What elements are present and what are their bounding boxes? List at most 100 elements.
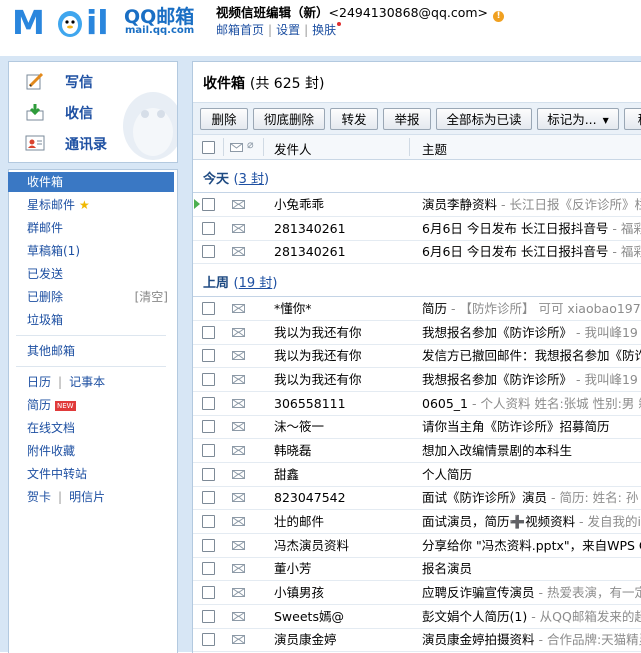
mail-sender[interactable]: 281340261 xyxy=(274,240,346,263)
mail-subject-cell[interactable]: 分享给你 "冯杰资料.pptx"，来自WPS Of xyxy=(422,534,641,557)
mail-row[interactable]: 小兔乖乖 演员李静资料 - 长江日报《反诈诊所》栏目 xyxy=(193,193,641,217)
mail-sender[interactable]: 壮的邮件 xyxy=(274,510,324,533)
link-settings[interactable]: 设置 xyxy=(276,23,300,37)
mail-sender[interactable]: 我以为我还有你 xyxy=(274,344,362,367)
nav-greeting-cards[interactable]: 贺卡 xyxy=(27,490,51,504)
mail-subject-cell[interactable]: 0605_1 - 个人资料 姓名:张城 性别:男 籍 xyxy=(422,392,641,415)
mail-subject-cell[interactable]: 报名演员 xyxy=(422,557,472,580)
nav-drafts[interactable]: 草稿箱(1) xyxy=(8,241,174,261)
mail-row[interactable]: *懂你* 简历 - 【防炸诊所】 可可 xiaobao1974 xyxy=(193,297,641,321)
read-status-column-icon[interactable] xyxy=(230,143,243,152)
row-checkbox[interactable] xyxy=(202,396,215,410)
mail-subject-cell[interactable]: 想加入改编情景剧的本科生 xyxy=(422,439,572,462)
nav-resume[interactable]: 简历 NEW xyxy=(8,395,174,415)
row-checkbox[interactable] xyxy=(202,467,215,481)
mail-row[interactable]: 韩晓磊 想加入改编情景剧的本科生 xyxy=(193,439,641,464)
mail-row[interactable]: 我以为我还有你 我想报名参加《防诈诊所》 - 我叫峰19 xyxy=(193,321,641,345)
nav-online-docs[interactable]: 在线文档 xyxy=(8,418,174,438)
nav-deleted[interactable]: 已删除 [清空] xyxy=(8,287,174,307)
row-checkbox[interactable] xyxy=(202,325,215,339)
column-subject[interactable]: 主题 xyxy=(422,139,447,158)
mail-row[interactable]: 小镇男孩 应聘反诈骗宣传演员 - 热爱表演，有一定 xyxy=(193,581,641,606)
nav-starred[interactable]: 星标邮件 ★ xyxy=(8,195,174,215)
nav-spam[interactable]: 垃圾箱 xyxy=(8,310,174,330)
nav-postcards[interactable]: 明信片 xyxy=(69,490,105,504)
report-button[interactable]: 举报 xyxy=(383,108,431,130)
mail-subject-cell[interactable]: 发信方已撤回邮件：我想报名参加《防诈诊 xyxy=(422,344,641,367)
mail-row[interactable]: 我以为我还有你 我想报名参加《防诈诊所》 - 我叫峰19 xyxy=(193,368,641,392)
mail-row[interactable]: 281340261 6月6日 今日发布 长江日报抖音号 - 福彩代 xyxy=(193,217,641,241)
mail-sender[interactable]: 小兔乖乖 xyxy=(274,193,324,216)
row-checkbox[interactable] xyxy=(202,491,215,505)
mail-sender[interactable]: 306558111 xyxy=(274,392,346,415)
column-from[interactable]: 发件人 xyxy=(274,139,312,158)
row-checkbox[interactable] xyxy=(202,538,215,552)
mail-sender[interactable]: 演员康金婷 xyxy=(274,628,337,651)
row-checkbox[interactable] xyxy=(202,444,215,458)
row-checkbox[interactable] xyxy=(202,586,215,600)
forward-button[interactable]: 转发 xyxy=(330,108,378,130)
clear-trash-link[interactable]: [清空] xyxy=(135,287,168,307)
mail-sender[interactable]: 沫～筱一 xyxy=(274,415,324,438)
mail-sender[interactable]: 823047542 xyxy=(274,486,346,509)
mail-sender[interactable]: 甜鑫 xyxy=(274,463,299,486)
mail-row[interactable]: 沫～筱一 请你当主角《防诈诊所》招募简历 xyxy=(193,415,641,440)
row-checkbox[interactable] xyxy=(202,420,215,434)
mail-sender[interactable]: 韩晓磊 xyxy=(274,439,312,462)
mail-row[interactable]: 306558111 0605_1 - 个人资料 姓名:张城 性别:男 籍 xyxy=(193,392,641,416)
mail-row[interactable]: 壮的邮件 面试演员，简历➕视频资料 - 发自我的iP xyxy=(193,510,641,535)
mail-sender[interactable]: 我以为我还有你 xyxy=(274,368,362,391)
mail-row[interactable]: 281340261 6月6日 今日发布 长江日报抖音号 - 福彩代 xyxy=(193,240,641,265)
select-all-checkbox[interactable] xyxy=(202,141,215,154)
mail-sender[interactable]: 董小芳 xyxy=(274,557,312,580)
warning-icon[interactable]: ! xyxy=(493,11,505,22)
row-checkbox[interactable] xyxy=(202,373,215,386)
mail-subject-cell[interactable]: 请你当主角《防诈诊所》招募简历 xyxy=(422,415,610,438)
mail-subject-cell[interactable]: 我想报名参加《防诈诊所》 - 我叫峰19 xyxy=(422,368,638,391)
link-home[interactable]: 邮箱首页 xyxy=(216,23,264,37)
mail-subject-cell[interactable]: 演员李静资料 - 长江日报《反诈诊所》栏目 xyxy=(422,193,641,216)
mail-subject-cell[interactable]: 我想报名参加《防诈诊所》 - 我叫峰19 xyxy=(422,321,638,344)
mail-row[interactable]: 董小芳 报名演员 xyxy=(193,557,641,582)
row-checkbox[interactable] xyxy=(202,198,215,211)
nav-sent[interactable]: 已发送 xyxy=(8,264,174,284)
mail-sender[interactable]: *懂你* xyxy=(274,297,312,320)
move-button[interactable]: 移 xyxy=(624,108,641,130)
row-checkbox[interactable] xyxy=(202,245,215,259)
mail-sender[interactable]: 我以为我还有你 xyxy=(274,321,362,344)
nav-inbox[interactable]: 收件箱 xyxy=(8,172,174,192)
nav-calendar[interactable]: 日历 xyxy=(27,375,51,389)
mail-row[interactable]: 我以为我还有你 发信方已撤回邮件：我想报名参加《防诈诊 xyxy=(193,344,641,369)
mail-sender[interactable]: 冯杰演员资料 xyxy=(274,534,349,557)
attachment-column-icon[interactable]: ⌀ xyxy=(247,138,254,151)
mail-subject-cell[interactable]: 彭文娟个人简历(1) - 从QQ邮箱发来的超 xyxy=(422,605,641,628)
group-lastweek-count[interactable]: 19 封 xyxy=(239,276,273,291)
mail-subject-cell[interactable]: 面试演员，简历➕视频资料 - 发自我的iP xyxy=(422,510,641,533)
mail-row[interactable]: 甜鑫 个人简历 xyxy=(193,463,641,487)
mail-row[interactable]: Sweets嫣@ 彭文娟个人简历(1) - 从QQ邮箱发来的超 xyxy=(193,605,641,629)
mail-logo[interactable]: M il xyxy=(12,4,122,38)
mail-subject-cell[interactable]: 演员康金婷拍摄资料 - 合作品牌:天猫精灵 xyxy=(422,628,641,651)
nav-attachments[interactable]: 附件收藏 xyxy=(8,441,174,461)
nav-other-mailboxes[interactable]: 其他邮箱 xyxy=(8,341,174,361)
row-checkbox[interactable] xyxy=(202,633,215,647)
mail-subject-cell[interactable]: 6月6日 今日发布 长江日报抖音号 - 福彩代 xyxy=(422,240,641,263)
row-checkbox[interactable] xyxy=(202,302,215,315)
mail-subject-cell[interactable]: 简历 - 【防炸诊所】 可可 xiaobao1974 xyxy=(422,297,641,320)
mail-row[interactable]: 冯杰演员资料 分享给你 "冯杰资料.pptx"，来自WPS Of xyxy=(193,534,641,558)
delete-button[interactable]: 删除 xyxy=(200,108,248,130)
nav-group-mail[interactable]: 群邮件 xyxy=(8,218,174,238)
nav-notes[interactable]: 记事本 xyxy=(69,375,105,389)
row-checkbox[interactable] xyxy=(202,221,215,235)
mark-as-dropdown[interactable]: 标记为... ▼ xyxy=(537,108,619,130)
mark-all-read-button[interactable]: 全部标为已读 xyxy=(436,108,532,130)
row-checkbox[interactable] xyxy=(202,609,215,623)
mail-subject-cell[interactable]: 个人简历 xyxy=(422,463,472,486)
mail-sender[interactable]: Sweets嫣@ xyxy=(274,605,344,628)
group-today-count[interactable]: 3 封 xyxy=(239,172,264,187)
mail-row[interactable]: 823047542 面试《防诈诊所》演员 - 简历: 姓名: 孙 xyxy=(193,486,641,511)
nav-file-transfer[interactable]: 文件中转站 xyxy=(8,464,174,484)
mail-sender[interactable]: 小镇男孩 xyxy=(274,581,324,604)
mail-subject-cell[interactable]: 应聘反诈骗宣传演员 - 热爱表演，有一定 xyxy=(422,581,641,604)
row-checkbox[interactable] xyxy=(202,515,215,529)
